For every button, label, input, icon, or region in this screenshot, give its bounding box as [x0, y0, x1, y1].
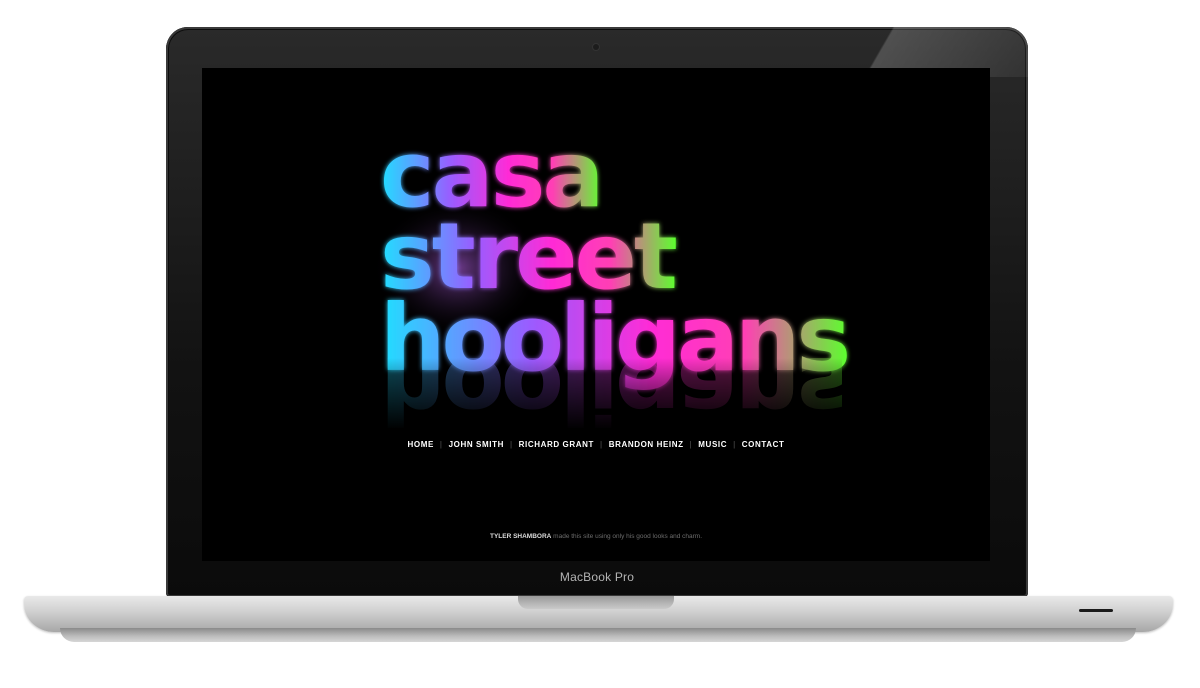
nav-john-smith[interactable]: JOHN SMITH	[443, 440, 510, 449]
laptop-lid: casa street hooligans hooligans HOME | J…	[166, 27, 1028, 597]
laptop-base-edge	[60, 628, 1136, 642]
nav-contact[interactable]: CONTACT	[736, 440, 791, 449]
website-screen: casa street hooligans hooligans HOME | J…	[202, 68, 990, 561]
logo-wordmark: casa street hooligans	[372, 121, 851, 392]
credit-name[interactable]: TYLER SHAMBORA	[490, 533, 551, 540]
lid-opening-notch	[518, 596, 674, 609]
device-brand-label: MacBook Pro	[559, 570, 635, 584]
nav-music[interactable]: MUSIC	[692, 440, 733, 449]
main-nav: HOME | JOHN SMITH | RICHARD GRANT | BRAN…	[202, 440, 990, 449]
nav-home[interactable]: HOME	[402, 440, 440, 449]
credit-text: made this site using only his good looks…	[553, 533, 703, 540]
site-logo[interactable]: casa street hooligans	[362, 121, 851, 392]
footer-credit: TYLER SHAMBORA made this site using only…	[202, 533, 990, 540]
sleep-indicator-light	[1079, 609, 1113, 612]
nav-richard-grant[interactable]: RICHARD GRANT	[513, 440, 600, 449]
camera-icon	[593, 44, 599, 50]
logo-line-3: hooligans	[380, 285, 847, 392]
nav-brandon-heinz[interactable]: BRANDON HEINZ	[603, 440, 690, 449]
